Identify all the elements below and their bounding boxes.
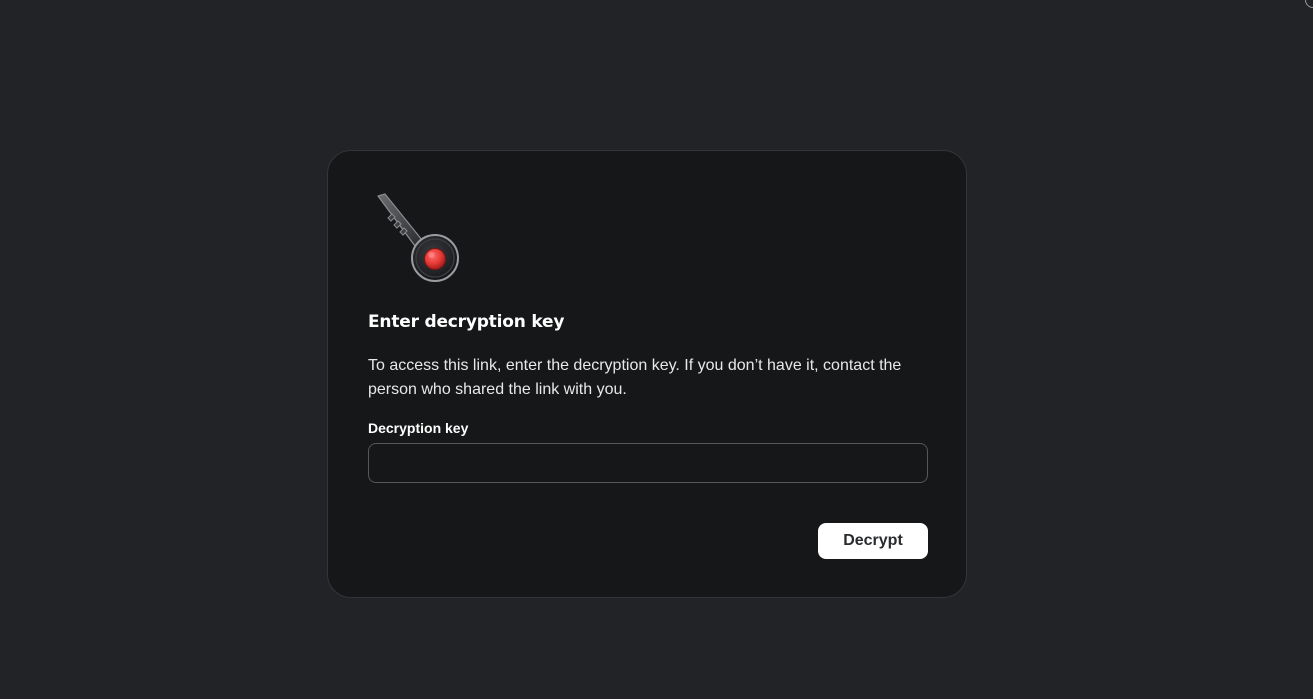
dialog-title: Enter decryption key (368, 312, 565, 332)
decryption-key-input[interactable] (368, 443, 928, 483)
key-icon (377, 193, 459, 282)
dialog-description: To access this link, enter the decryptio… (368, 357, 902, 398)
decrypt-button[interactable]: Decrypt (818, 523, 928, 559)
corner-circle-icon (1305, 0, 1313, 8)
page: Enter decryption key To access this link… (0, 0, 1313, 699)
decryption-key-label: Decryption key (368, 420, 469, 436)
